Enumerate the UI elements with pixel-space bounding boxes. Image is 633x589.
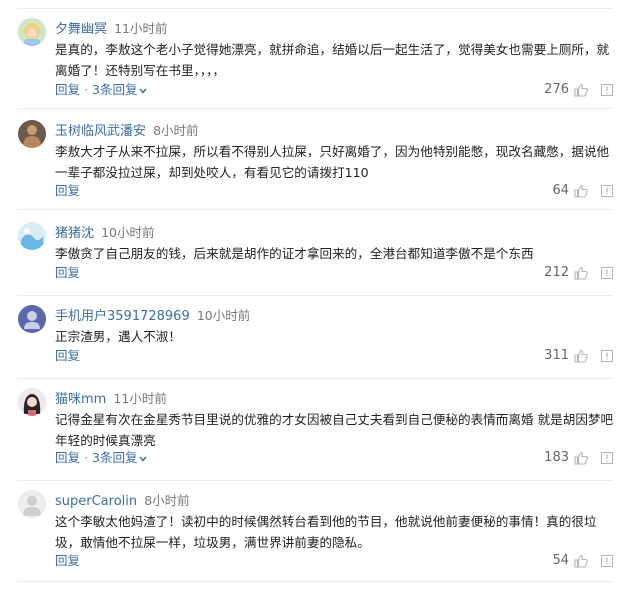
separator-dot: ·	[84, 82, 88, 97]
blue-wave-avatar-icon[interactable]	[18, 222, 46, 250]
comment-actions: 回复 · 3条回复	[55, 448, 147, 468]
blonde-avatar-icon[interactable]	[18, 18, 46, 46]
reply-button[interactable]: 回复	[55, 553, 80, 568]
thumbs-up-icon[interactable]	[573, 82, 589, 98]
timestamp: 11小时前	[113, 391, 167, 406]
comment-meta: 猪猪沈 10小时前	[55, 222, 155, 242]
report-icon[interactable]	[601, 267, 613, 279]
like-count: 212	[544, 265, 569, 280]
comment-text: 是真的，李敖这个老小子觉得她漂亮，就拼命追，结婚以后一起生活了，觉得美女也需要上…	[55, 42, 610, 78]
comment-divider	[17, 295, 613, 296]
comment-actions: 回复	[55, 551, 80, 571]
like-count: 276	[544, 82, 569, 97]
view-replies-button[interactable]: 3条回复	[92, 450, 147, 465]
comment-divider	[17, 378, 613, 379]
thumbs-up-icon[interactable]	[573, 183, 589, 199]
comment-meta: 夕舞幽冥 11小时前	[55, 18, 168, 38]
report-icon[interactable]	[601, 350, 613, 362]
comment-tools: 311	[544, 346, 613, 366]
like-count: 311	[544, 348, 569, 363]
girl-avatar-icon[interactable]	[18, 388, 46, 416]
reply-button[interactable]: 回复	[55, 450, 80, 465]
comment-text: 记得金星有次在金星秀节目里说的优雅的才女因被自己丈夫看到自己便秘的表情而离婚 就…	[55, 412, 614, 448]
like-count: 54	[552, 553, 569, 568]
report-icon[interactable]	[601, 84, 613, 96]
thumbs-up-icon[interactable]	[573, 450, 589, 466]
top-divider	[17, 8, 613, 9]
comment-divider	[17, 480, 613, 481]
view-replies-button[interactable]: 3条回复	[92, 82, 147, 97]
comment-meta: superCarolin 8小时前	[55, 490, 190, 510]
comment-list: 夕舞幽冥 11小时前 是真的，李敖这个老小子觉得她漂亮，就拼命追，结婚以后一起生…	[0, 0, 633, 589]
username[interactable]: 玉树临风武潘安	[55, 124, 146, 139]
timestamp: 10小时前	[101, 225, 155, 240]
muscle-man-avatar-icon[interactable]	[18, 120, 46, 148]
comment-actions: 回复	[55, 346, 80, 366]
report-icon[interactable]	[601, 185, 613, 197]
comment-tools: 212	[544, 263, 613, 283]
comment-divider	[17, 209, 613, 210]
separator-dot: ·	[84, 450, 88, 465]
comment-divider	[17, 581, 613, 582]
comment-text: 正宗渣男，遇人不淑！	[55, 329, 181, 344]
thumbs-up-icon[interactable]	[573, 553, 589, 569]
replies-count-label: 3条回复	[92, 82, 138, 97]
chevron-down-icon	[139, 88, 147, 94]
comment-text: 李傲贪了自己朋友的钱，后来就是胡作的证才拿回来的，全港台都知道李傲不是个东西	[55, 246, 534, 261]
comment-meta: 手机用户3591728969 10小时前	[55, 305, 250, 325]
reply-button[interactable]: 回复	[55, 82, 80, 97]
reply-button[interactable]: 回复	[55, 348, 80, 363]
reply-button[interactable]: 回复	[55, 265, 80, 280]
thumbs-up-icon[interactable]	[573, 348, 589, 364]
default-gray-avatar-icon[interactable]	[18, 490, 46, 518]
replies-count-label: 3条回复	[92, 450, 138, 465]
comment-meta: 玉树临风武潘安 8小时前	[55, 120, 199, 140]
comment-text: 李敖大才子从来不拉屎，所以看不得别人拉屎，只好离婚了，因为他特别能憋，现改名藏憋…	[55, 144, 610, 180]
thumbs-up-icon[interactable]	[573, 265, 589, 281]
comment-meta: 猫咪mm 11小时前	[55, 388, 167, 408]
like-count: 64	[552, 183, 569, 198]
comment-actions: 回复 · 3条回复	[55, 80, 147, 100]
comment-tools: 276	[544, 80, 613, 100]
comment-tools: 183	[544, 448, 613, 468]
report-icon[interactable]	[601, 452, 613, 464]
username[interactable]: 猫咪mm	[55, 392, 106, 407]
default-user-avatar-icon[interactable]	[18, 305, 46, 333]
username[interactable]: superCarolin	[55, 494, 137, 509]
username[interactable]: 猪猪沈	[55, 226, 94, 241]
comment-actions: 回复	[55, 181, 80, 201]
chevron-down-icon	[139, 456, 147, 462]
comment-divider	[17, 108, 613, 109]
comment-actions: 回复	[55, 263, 80, 283]
timestamp: 8小时前	[153, 123, 199, 138]
timestamp: 8小时前	[144, 493, 190, 508]
comment-tools: 64	[552, 181, 613, 201]
username[interactable]: 手机用户3591728969	[55, 309, 190, 324]
timestamp: 10小时前	[196, 308, 251, 323]
like-count: 183	[544, 450, 569, 465]
username[interactable]: 夕舞幽冥	[55, 22, 107, 37]
comment-text: 这个李敏太他妈渣了！读初中的时候偶然转台看到他的节目，他就说他前妻便秘的事情！真…	[55, 514, 597, 550]
timestamp: 11小时前	[114, 21, 168, 36]
comment-tools: 54	[552, 551, 613, 571]
report-icon[interactable]	[601, 555, 613, 567]
reply-button[interactable]: 回复	[55, 183, 80, 198]
